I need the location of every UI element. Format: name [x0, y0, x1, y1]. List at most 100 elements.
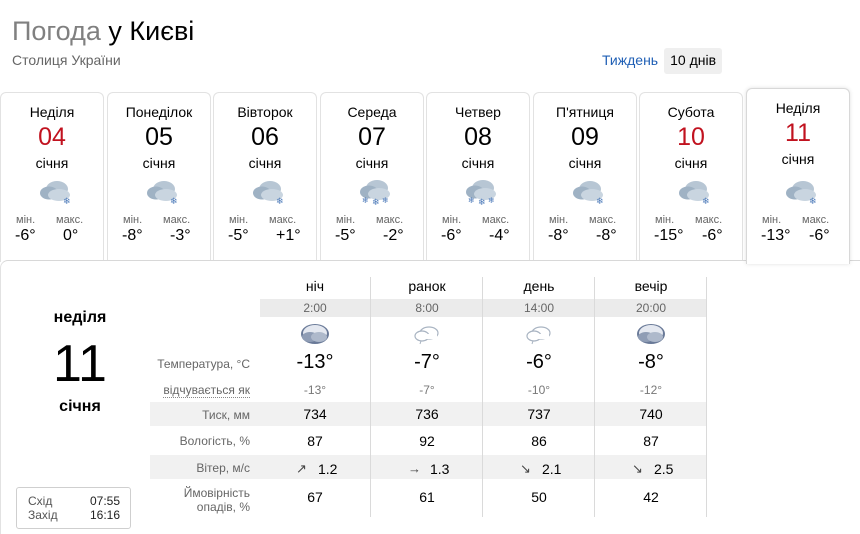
- pressure-value: 734: [303, 406, 327, 422]
- cloud-snow-icon: ❄: [676, 176, 712, 207]
- title-prefix: Погода: [12, 16, 101, 46]
- week-toggle-link[interactable]: Тиждень: [598, 48, 664, 74]
- wind-speed-value: 2.5: [654, 461, 674, 477]
- selected-day-name: неділя: [53, 309, 107, 326]
- svg-text:❄: ❄: [382, 196, 389, 205]
- day-tab[interactable]: П'ятниця 09 січня ❄ мін. макс. -8° -8°: [533, 92, 637, 262]
- svg-text:❄: ❄: [702, 197, 710, 206]
- row-label-pressure: Тиск, мм: [202, 408, 250, 422]
- day-tab-max-label: макс.: [589, 214, 617, 226]
- day-tab-month: січня: [461, 155, 495, 171]
- day-tab-max-label: макс.: [482, 214, 510, 226]
- page-subtitle: Столиця України: [12, 52, 121, 68]
- precip-label-line-1: Ймовірність: [183, 486, 250, 500]
- day-tab-min-label: мін.: [229, 214, 249, 226]
- humidity-value: 86: [531, 433, 547, 449]
- day-tab-min-label: мін.: [336, 214, 356, 226]
- sunset-label: Захід: [28, 508, 58, 522]
- feels-like-value: -13°: [303, 383, 327, 397]
- day-tab-max-temp: -4°: [489, 227, 510, 244]
- column-time: 20:00: [635, 301, 667, 315]
- svg-text:❄: ❄: [488, 196, 495, 205]
- sunrise-row: Схід 07:55: [28, 494, 120, 508]
- day-tab-number: 05: [145, 123, 173, 151]
- cloud-snow-icon: ❄: [37, 176, 73, 207]
- wind-direction-icon: ↘: [520, 461, 531, 476]
- day-tab-name: Неділя: [29, 104, 75, 120]
- selected-day-month: січня: [59, 398, 101, 415]
- pressure-value: 736: [415, 406, 439, 422]
- day-tab-min-label: мін.: [442, 214, 462, 226]
- svg-text:❄: ❄: [362, 196, 369, 205]
- row-label-wind: Вітер, м/с: [196, 461, 250, 475]
- svg-text:❄: ❄: [809, 197, 817, 206]
- humidity-value: 87: [307, 433, 323, 449]
- day-tab[interactable]: Субота 10 січня ❄ мін. макс. -15° -6°: [639, 92, 743, 262]
- column-time: 2:00: [303, 301, 327, 315]
- title-city: у Києві: [100, 16, 195, 46]
- day-tab-max-temp: -2°: [383, 227, 404, 244]
- feels-like-value: -10°: [527, 383, 551, 397]
- column-separator: [594, 277, 595, 517]
- day-tab[interactable]: Понеділок 05 січня ❄ мін. макс. -8° -3°: [107, 92, 211, 262]
- column-header: вечір: [634, 278, 668, 294]
- day-tab-month: січня: [142, 155, 176, 171]
- row-label-feels-like[interactable]: відчувається як: [120, 383, 250, 398]
- day-tab-name: Понеділок: [125, 104, 193, 120]
- cloud-snow-icon: ❄: [783, 176, 819, 207]
- day-tab-min-temp: -5°: [228, 227, 249, 244]
- sunset-time: 16:16: [89, 508, 120, 522]
- day-tab[interactable]: Середа 07 січня ❄ ❄ ❄ мін. макс. -5° -2°: [320, 92, 424, 262]
- column-separator: [482, 277, 483, 517]
- day-tab-min-label: мін.: [549, 214, 569, 226]
- column-separator: [370, 277, 371, 517]
- day-tab-min-temp: -15°: [654, 227, 684, 244]
- row-label-temperature: Температура, °C: [157, 357, 250, 371]
- day-tab-min-temp: -8°: [122, 227, 143, 244]
- precip-probability-value: 61: [419, 489, 435, 505]
- day-tab-min-label: мін.: [762, 214, 782, 226]
- day-tab-max-temp: +1°: [276, 227, 301, 244]
- day-tab-name: Субота: [667, 104, 715, 120]
- day-tab-month: січня: [248, 155, 282, 171]
- day-tab-number: 10: [677, 123, 705, 151]
- day-tab-min-label: мін.: [16, 214, 36, 226]
- wind-direction-icon: ↘: [632, 461, 643, 476]
- svg-text:❄: ❄: [372, 198, 380, 206]
- cloud-heavy-snow-icon: ❄ ❄ ❄: [357, 176, 393, 208]
- day-tab-min-temp: -6°: [441, 227, 462, 244]
- day-tab[interactable]: Вівторок 06 січня ❄ мін. макс. -5° +1°: [213, 92, 317, 262]
- feels-like-text: відчувається як: [163, 383, 250, 398]
- row-label-precip: Ймовірність опадів, %: [120, 486, 250, 514]
- page-title: Погода у Києві: [12, 14, 194, 48]
- svg-text:❄: ❄: [596, 197, 604, 206]
- day-tab[interactable]: Четвер 08 січня ❄ ❄ ❄ мін. макс. -6° -4°: [426, 92, 530, 262]
- day-tab-month: січня: [781, 151, 815, 167]
- feels-like-value: -7°: [419, 383, 435, 397]
- day-tab-max-label: макс.: [695, 214, 723, 226]
- sunrise-time: 07:55: [89, 494, 120, 508]
- temperature-value: -8°: [638, 351, 664, 373]
- sunset-row: Захід 16:16: [28, 508, 120, 522]
- day-tab[interactable]: Неділя 04 січня ❄ мін. макс. -6° 0°: [0, 92, 104, 262]
- sunrise-label: Схід: [28, 494, 53, 508]
- day-tab-name: Четвер: [455, 104, 501, 120]
- temperature-value: -7°: [414, 351, 440, 373]
- day-tab[interactable]: Неділя 11 січня ❄ мін. макс. -13° -6°: [746, 88, 850, 264]
- day-tab-min-label: мін.: [655, 214, 675, 226]
- day-tab-number: 09: [571, 123, 599, 151]
- svg-text:❄: ❄: [468, 196, 475, 205]
- day-tab-month: січня: [35, 155, 69, 171]
- wind-direction-icon: ↗: [296, 461, 307, 476]
- day-tab-max-label: макс.: [163, 214, 191, 226]
- column-time: 8:00: [415, 301, 439, 315]
- day-tab-number: 07: [358, 123, 386, 151]
- row-label-humidity: Вологість, %: [179, 434, 250, 448]
- ten-days-toggle-button[interactable]: 10 днів: [664, 48, 723, 74]
- column-time: 14:00: [523, 301, 555, 315]
- svg-text:❄: ❄: [478, 198, 486, 206]
- day-tab-name: Неділя: [775, 100, 821, 116]
- cloud-heavy-snow-icon: ❄ ❄ ❄: [463, 176, 499, 208]
- day-tab-max-temp: -6°: [809, 227, 830, 244]
- cloud-snow-icon: ❄: [250, 176, 286, 207]
